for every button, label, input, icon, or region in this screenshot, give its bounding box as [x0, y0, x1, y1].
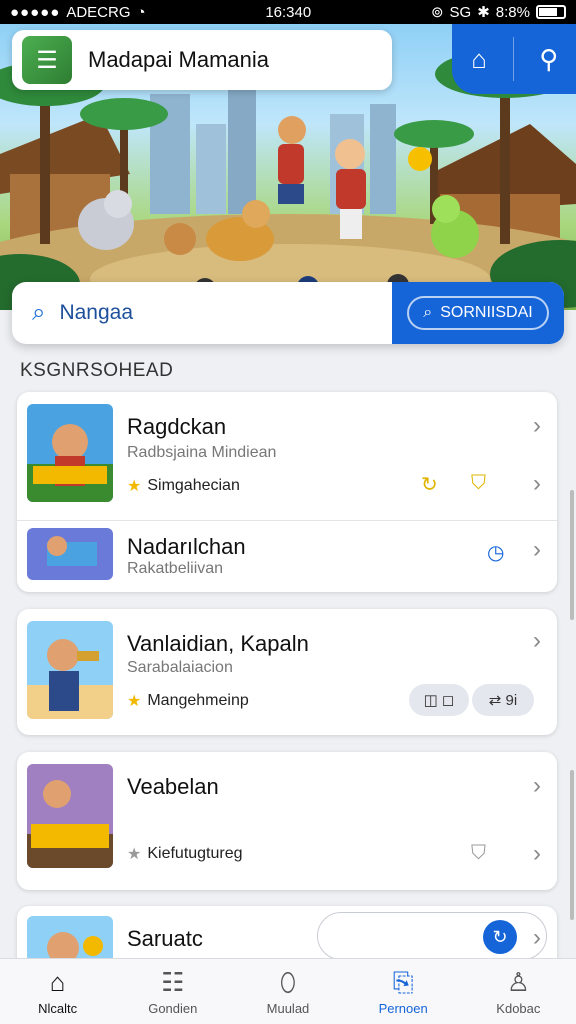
chevron-right-icon[interactable]: ›	[533, 924, 541, 952]
list-item[interactable]: Nadarılchan Rakatbeliivan ◷ ›	[17, 520, 557, 592]
chevron-right-icon[interactable]: ›	[533, 627, 541, 655]
list-item[interactable]: Vanlaidian, Kapaln Sarabalaiacion ★ Mange…	[17, 609, 557, 735]
map-pin-icon[interactable]: ⚲	[529, 39, 569, 79]
item-tag-label: Kiefutugtureg	[147, 845, 243, 862]
home-icon: ⌂	[49, 967, 66, 997]
game-thumbnail	[27, 528, 113, 580]
nav-item-home[interactable]: ⌂ Nlcaltc	[8, 967, 108, 1016]
battery-percent: 8:8%	[495, 3, 530, 21]
search-icon: ⌕	[423, 304, 433, 321]
list-card: Vanlaidian, Kapaln Sarabalaiacion ★ Mange…	[17, 609, 557, 735]
list-item[interactable]: Veabelan ★ Kiefutugtureg › ⛉ ›	[17, 752, 557, 890]
item-title: Ragdckan	[127, 414, 227, 439]
game-thumbnail	[27, 621, 113, 719]
bluetooth-icon: ✱	[477, 4, 490, 21]
scrollbar[interactable]	[570, 490, 574, 620]
search-button-label: SORNIISDAI	[440, 304, 533, 321]
search-bar: ⌕ Nangaa ⌕ SORNIISDAI	[12, 282, 564, 344]
list-icon: ☷	[161, 967, 185, 997]
home-outline-icon[interactable]: ⌂	[459, 39, 499, 79]
game-thumbnail	[27, 404, 113, 502]
top-actions: ⌂ ⚲	[452, 24, 576, 94]
search-value: Nangaa	[59, 301, 134, 324]
list-card: Ragdckan Radbsjaina Mindiean ★ Simgahecia…	[17, 392, 557, 592]
nav-label: Gondien	[148, 1001, 198, 1016]
menu-icon[interactable]: ☰	[22, 36, 72, 84]
scrollbar[interactable]	[570, 770, 574, 920]
item-subtitle: Sarabalaiacion	[127, 659, 233, 676]
search-icon: ⌕	[32, 299, 46, 326]
item-tag-label: Mangehmeinp	[147, 692, 249, 709]
star-icon: ★	[127, 846, 142, 863]
section-heading: KSGNRSOHEAD	[20, 360, 174, 381]
clock: 16:340	[265, 3, 312, 21]
capsule-icon: ⬯	[279, 967, 297, 997]
chevron-right-icon[interactable]: ›	[533, 470, 541, 498]
chevron-right-icon[interactable]: ›	[533, 840, 541, 868]
chevron-right-icon[interactable]: ›	[533, 772, 541, 800]
shield-icon[interactable]: ⛉	[471, 472, 486, 495]
item-subtitle: Rakatbeliivan	[127, 560, 224, 577]
refresh-icon[interactable]: ↻	[421, 472, 438, 497]
wifi-icon: ◔	[136, 3, 146, 21]
item-tag: ★ Kiefutugtureg	[127, 844, 243, 864]
list-item[interactable]: Ragdckan Radbsjaina Mindiean ★ Simgahecia…	[17, 392, 557, 520]
nav-item-capsule[interactable]: ⬯ Muulad	[238, 967, 338, 1016]
carrier-name: ADECRG	[66, 3, 131, 21]
star-icon: ★	[127, 478, 142, 495]
list-card: Veabelan ★ Kiefutugtureg › ⛉ ›	[17, 752, 557, 890]
clipboard-icon: ⎘	[392, 967, 414, 997]
clock-icon[interactable]: ◷	[487, 540, 504, 565]
refresh-icon[interactable]: ↻	[483, 920, 517, 954]
item-tag: ★ Simgahecian	[127, 476, 240, 496]
search-input[interactable]: ⌕ Nangaa	[12, 282, 392, 344]
rotation-lock-icon: ⊚	[430, 4, 444, 21]
chevron-right-icon[interactable]: ›	[533, 412, 541, 440]
chevron-right-icon[interactable]: ›	[533, 536, 541, 564]
battery-icon	[536, 5, 566, 19]
nav-label: Pernoen	[378, 1001, 428, 1016]
search-button[interactable]: ⌕ SORNIISDAI	[392, 282, 564, 344]
shield-icon[interactable]: ⛉	[471, 842, 486, 865]
item-title: Veabelan	[127, 774, 219, 799]
pill-button[interactable]: ⇄ 9i	[472, 684, 534, 716]
network-type: SG	[449, 3, 472, 21]
item-subtitle: Radbsjaina Mindiean	[127, 444, 277, 461]
game-thumbnail	[27, 764, 113, 868]
item-tag: ★ Mangehmeinp	[127, 691, 249, 711]
divider	[513, 37, 515, 81]
app-header-card: ☰ Madapai Mamania	[12, 30, 392, 90]
status-bar: ●●●●● ADECRG ◔ 16:340 ⊚ SG ✱ 8:8%	[0, 0, 576, 24]
nav-label: Nlcaltc	[38, 1001, 78, 1016]
item-title: Nadarılchan	[127, 534, 246, 559]
item-title: Vanlaidian, Kapaln	[127, 631, 309, 656]
nav-item-clipboard[interactable]: ⎘ Pernoen	[353, 967, 453, 1016]
nav-label: Muulad	[266, 1001, 310, 1016]
item-title: Saruatc	[127, 926, 203, 951]
app-title: Madapai Mamania	[88, 47, 269, 72]
person-icon: ♙	[506, 967, 530, 997]
item-tag-label: Simgahecian	[147, 477, 240, 494]
nav-item-profile[interactable]: ♙ Kdobac	[468, 967, 568, 1016]
pill-button[interactable]: ◫ ◻	[409, 684, 469, 716]
nav-item-list[interactable]: ☷ Gondien	[123, 967, 223, 1016]
nav-label: Kdobac	[496, 1001, 541, 1016]
bottom-nav: ⌂ Nlcaltc ☷ Gondien ⬯ Muulad ⎘ Pernoen ♙…	[0, 958, 576, 1024]
star-icon: ★	[127, 693, 142, 710]
signal-dots-icon: ●●●●●	[10, 3, 61, 21]
